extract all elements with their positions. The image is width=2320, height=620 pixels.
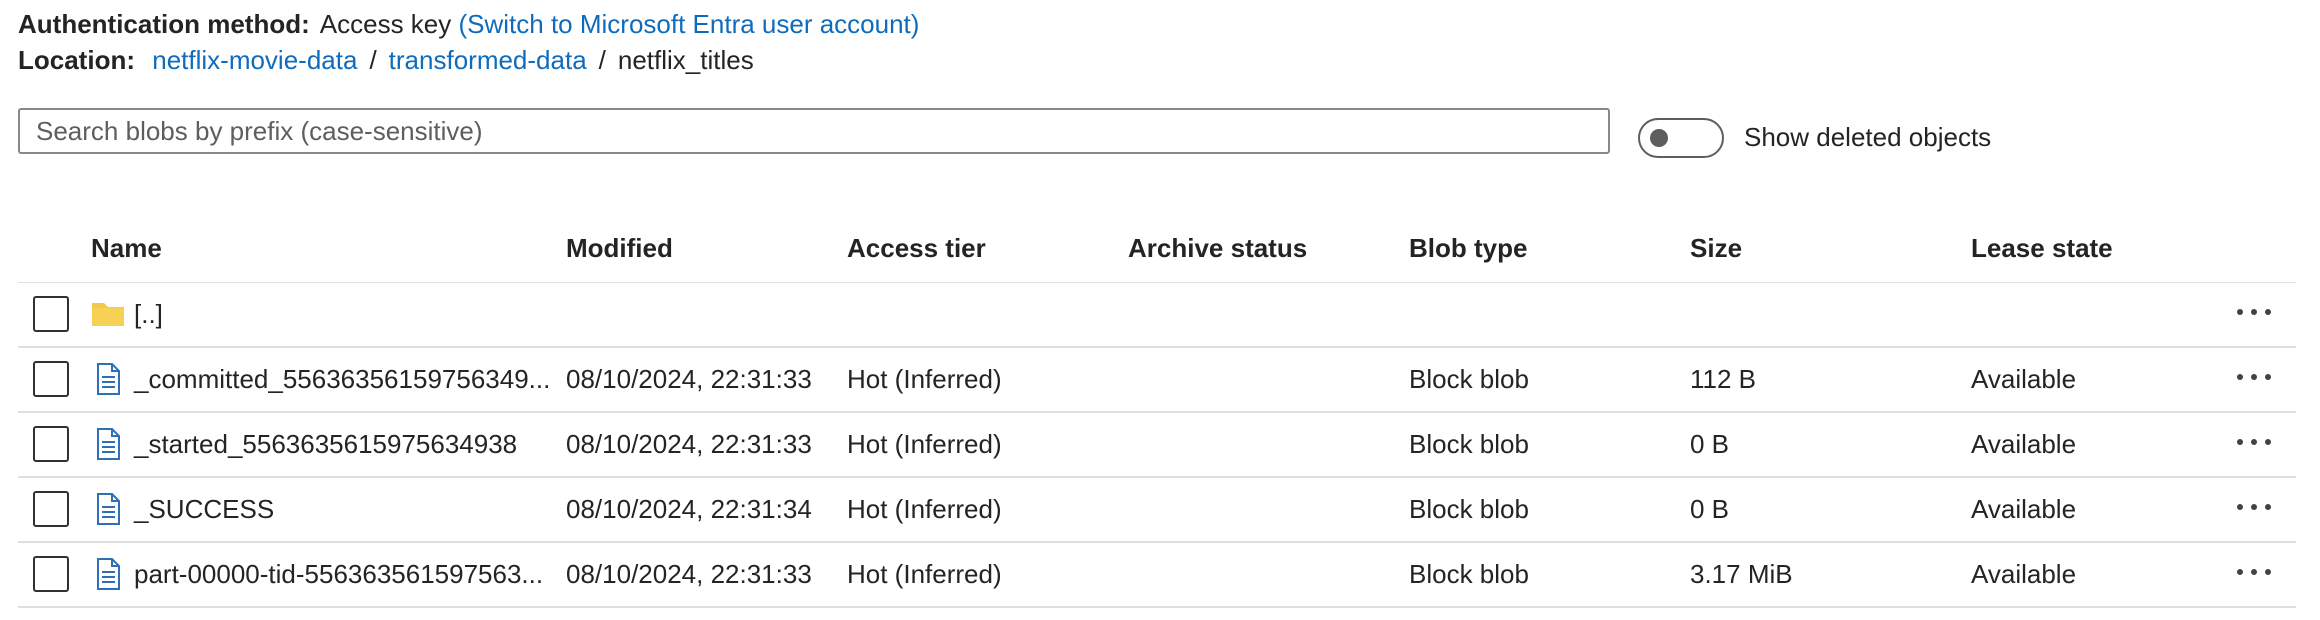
- modified-cell: 08/10/2024, 22:31:33: [566, 364, 812, 394]
- column-header-modified[interactable]: Modified: [566, 230, 673, 266]
- table-header: Name Modified Access tier Archive status…: [18, 218, 2296, 283]
- blob-name[interactable]: _committed_55636356159756349...: [134, 361, 550, 397]
- blob-table: Name Modified Access tier Archive status…: [18, 218, 2296, 608]
- modified-cell: 08/10/2024, 22:31:33: [566, 429, 812, 459]
- show-deleted-label: Show deleted objects: [1744, 122, 1992, 152]
- row-checkbox[interactable]: [33, 426, 69, 462]
- file-icon: [97, 493, 120, 525]
- row-checkbox[interactable]: [33, 296, 69, 332]
- size-cell: 0 B: [1690, 429, 1730, 459]
- file-icon: [97, 363, 120, 395]
- more-actions-icon[interactable]: [2234, 425, 2278, 459]
- blob-name[interactable]: part-00000-tid-556363561597563...: [134, 556, 543, 592]
- table-row[interactable]: _committed_55636356159756349... 08/10/20…: [18, 348, 2296, 413]
- more-actions-icon[interactable]: [2234, 555, 2278, 589]
- lease-state-cell: Available: [1971, 559, 2077, 589]
- auth-label: Authentication method:: [18, 9, 310, 39]
- search-input[interactable]: [18, 108, 1610, 154]
- more-actions-icon[interactable]: [2234, 490, 2278, 524]
- breadcrumb-folder[interactable]: transformed-data: [389, 45, 587, 75]
- row-checkbox[interactable]: [33, 491, 69, 527]
- size-cell: 3.17 MiB: [1690, 559, 1793, 589]
- column-header-archive-status[interactable]: Archive status: [1128, 230, 1307, 266]
- breadcrumb-current: netflix_titles: [617, 45, 754, 75]
- switch-auth-link[interactable]: (Switch to Microsoft Entra user account): [459, 9, 920, 39]
- show-deleted-toggle[interactable]: [1638, 118, 1724, 158]
- lease-state-cell: Available: [1971, 494, 2077, 524]
- breadcrumb-container[interactable]: netflix-movie-data: [152, 45, 357, 75]
- auth-value: Access key: [319, 9, 452, 39]
- column-header-blob-type[interactable]: Blob type: [1409, 230, 1527, 266]
- blob-type-cell: Block blob: [1409, 494, 1529, 524]
- size-cell: 0 B: [1690, 494, 1730, 524]
- blob-name[interactable]: [..]: [134, 296, 163, 332]
- file-icon: [97, 428, 120, 460]
- table-row[interactable]: _SUCCESS 08/10/2024, 22:31:34 Hot (Infer…: [18, 478, 2296, 543]
- access-tier-cell: Hot (Inferred): [847, 429, 1002, 459]
- more-actions-icon[interactable]: [2234, 360, 2278, 394]
- blob-type-cell: Block blob: [1409, 559, 1529, 589]
- modified-cell: 08/10/2024, 22:31:33: [566, 559, 812, 589]
- file-icon: [97, 558, 120, 590]
- blob-type-cell: Block blob: [1409, 364, 1529, 394]
- column-header-lease-state[interactable]: Lease state: [1971, 230, 2113, 266]
- location-label: Location:: [18, 45, 135, 75]
- blob-name[interactable]: _SUCCESS: [134, 491, 274, 527]
- row-checkbox[interactable]: [33, 361, 69, 397]
- row-checkbox[interactable]: [33, 556, 69, 592]
- size-cell: 112 B: [1690, 364, 1757, 394]
- breadcrumb-separator: /: [598, 45, 606, 75]
- toggle-knob: [1650, 129, 1668, 147]
- table-row[interactable]: [..]: [18, 283, 2296, 348]
- blob-browser: Authentication method: Access key (Switch…: [0, 0, 2320, 620]
- column-header-access-tier[interactable]: Access tier: [847, 230, 986, 266]
- access-tier-cell: Hot (Inferred): [847, 559, 1002, 589]
- more-actions-icon[interactable]: [2234, 295, 2278, 329]
- breadcrumb-separator: /: [369, 45, 377, 75]
- modified-cell: 08/10/2024, 22:31:34: [566, 494, 812, 524]
- blob-type-cell: Block blob: [1409, 429, 1529, 459]
- column-header-name[interactable]: Name: [91, 230, 162, 266]
- blob-name[interactable]: _started_5563635615975634938: [134, 426, 517, 462]
- lease-state-cell: Available: [1971, 364, 2077, 394]
- location-breadcrumb: Location: netflix-movie-data / transformed…: [18, 44, 754, 76]
- access-tier-cell: Hot (Inferred): [847, 494, 1002, 524]
- auth-line: Authentication method: Access key (Switch…: [18, 8, 919, 40]
- access-tier-cell: Hot (Inferred): [847, 364, 1002, 394]
- lease-state-cell: Available: [1971, 429, 2077, 459]
- table-row[interactable]: part-00000-tid-556363561597563... 08/10/…: [18, 543, 2296, 608]
- folder-icon: [92, 303, 124, 326]
- column-header-size[interactable]: Size: [1690, 230, 1742, 266]
- table-row[interactable]: _started_5563635615975634938 08/10/2024,…: [18, 413, 2296, 478]
